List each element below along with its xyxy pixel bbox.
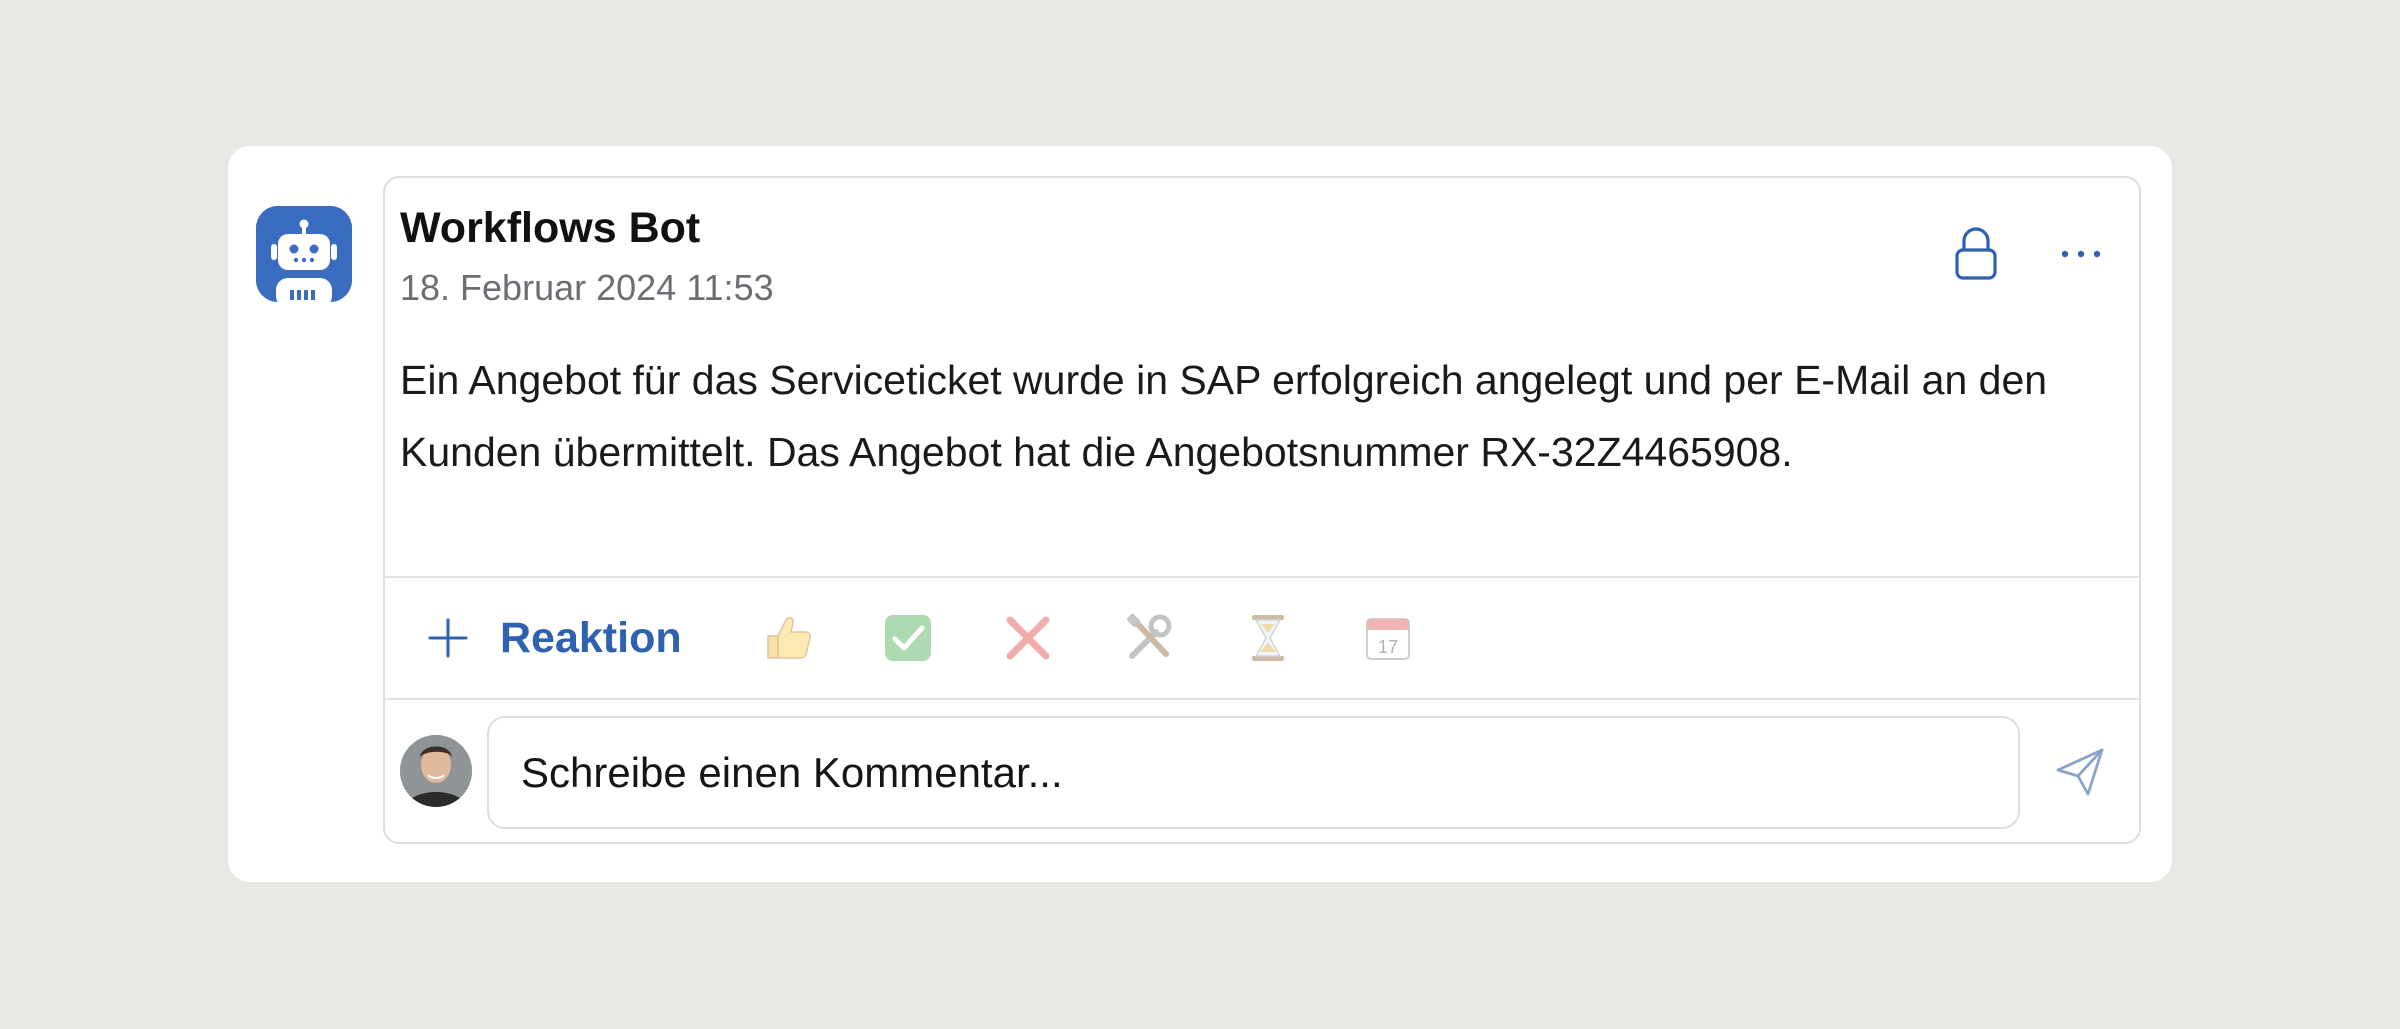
post-message: Ein Angebot für das Serviceticket wurde … (400, 357, 2048, 475)
add-reaction-button[interactable]: Reaktion (428, 606, 682, 670)
divider (385, 576, 2139, 578)
post-date: 18. Februar 2024 11:53 (400, 267, 774, 308)
cross-mark-icon[interactable] (1002, 612, 1054, 664)
hourglass-icon[interactable] (1242, 612, 1294, 664)
calendar-icon[interactable]: 17 (1362, 612, 1414, 664)
user-photo-icon (400, 735, 472, 807)
more-options-button[interactable] (2058, 234, 2104, 274)
more-icon (2061, 250, 2101, 258)
svg-text:17: 17 (1378, 637, 1398, 657)
bot-avatar (256, 206, 352, 302)
send-icon (2056, 748, 2104, 796)
add-reaction-label: Reaktion (500, 613, 682, 662)
plus-icon (428, 618, 468, 658)
lock-button[interactable] (1952, 226, 2000, 282)
check-mark-icon[interactable] (882, 612, 934, 664)
send-button[interactable] (2054, 746, 2106, 798)
comment-input[interactable] (487, 716, 2020, 829)
lock-icon (1955, 227, 1997, 280)
thumbs-up-icon[interactable] (762, 612, 814, 664)
tools-icon[interactable] (1122, 612, 1174, 664)
divider (385, 698, 2139, 700)
robot-icon (256, 206, 352, 302)
post-author: Workflows Bot (400, 204, 701, 252)
user-avatar (400, 735, 472, 807)
